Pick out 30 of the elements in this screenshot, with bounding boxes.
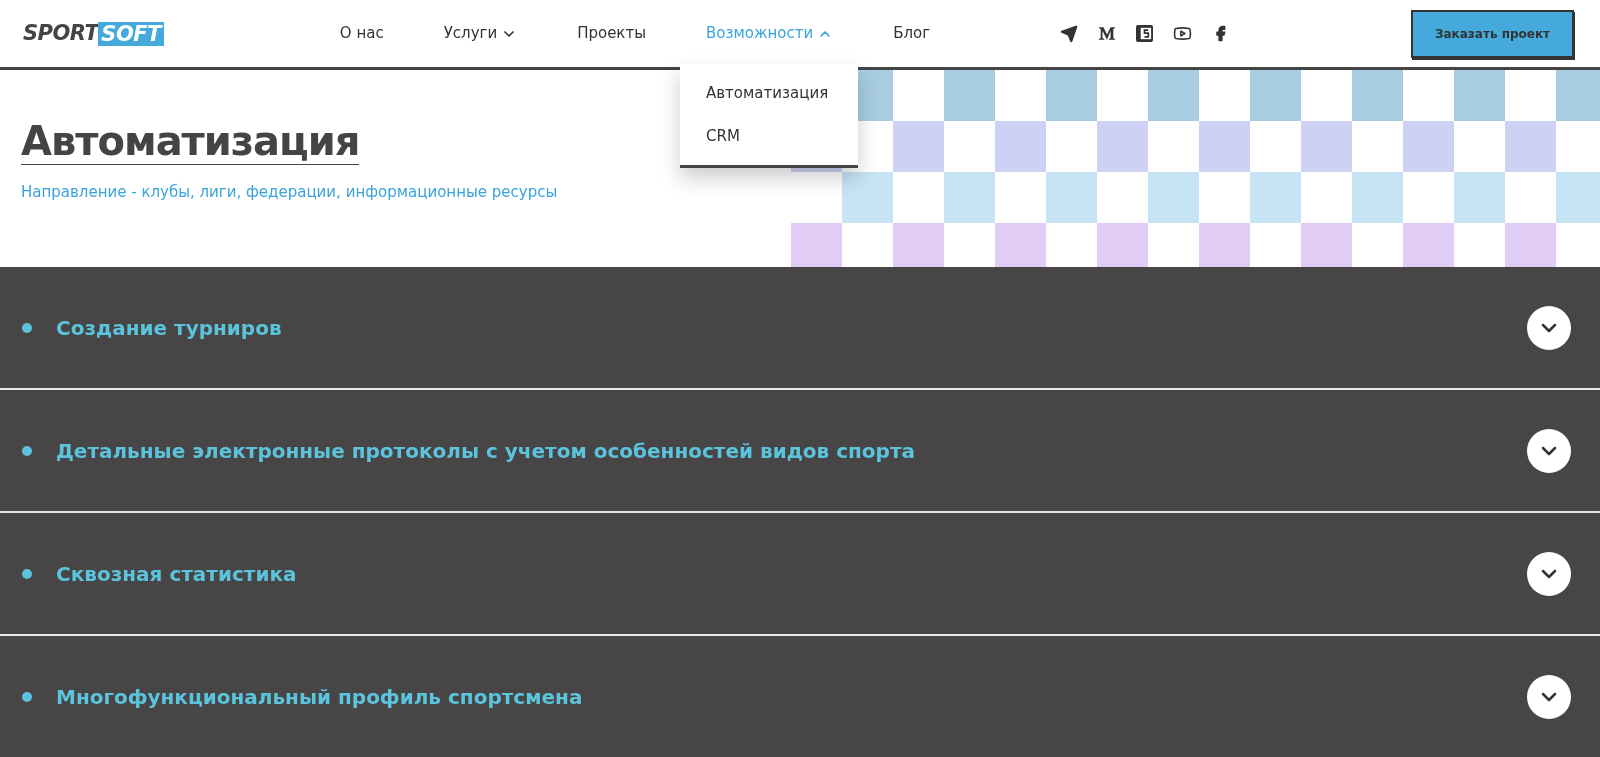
youtube-icon[interactable] (1173, 24, 1193, 43)
logo[interactable]: SPORTSOFT (23, 17, 164, 50)
m-logo-icon[interactable] (1098, 26, 1117, 41)
feature-title: Сквозная статистика (56, 560, 297, 588)
bullet-icon (22, 322, 32, 333)
feature-title: Создание турниров (56, 314, 282, 342)
expand-icon (1527, 428, 1571, 473)
nav-link[interactable]: Блог (893, 22, 931, 45)
expand-icon (1527, 305, 1571, 350)
accordion-item[interactable]: Создание турниров (0, 267, 1600, 390)
bullet-icon (22, 568, 32, 579)
accordion-item[interactable]: Сквозная статистика (0, 513, 1600, 636)
nav-link[interactable]: О нас (339, 22, 384, 45)
dropdown-item[interactable]: CRM (680, 114, 858, 158)
feature-title: Многофункциональный профиль спортсмена (56, 683, 583, 711)
accordion-item[interactable]: Детальные электронные протоколы с учетом особенностей видов спорта (0, 390, 1600, 513)
nav-link[interactable]: Услуги (443, 22, 518, 45)
s-badge-icon[interactable] (1136, 25, 1154, 42)
bullet-icon (22, 445, 32, 456)
order-project-button[interactable]: Заказать проект (1411, 9, 1574, 58)
page-title: Автоматизация (21, 118, 360, 165)
feature-title: Детальные электронные протоколы с учетом особенностей видов спорта (56, 437, 915, 465)
expand-icon (1527, 551, 1571, 596)
dropdown-item[interactable]: Автоматизация (680, 72, 858, 115)
paper-plane-icon[interactable] (1060, 24, 1079, 43)
nav-link[interactable]: Проекты (577, 22, 646, 45)
page-subtitle: Направление - клубы, лиги, федерации, информационные ресурсы (21, 182, 558, 203)
bullet-icon (22, 691, 32, 702)
expand-icon (1527, 674, 1571, 719)
accordion-item[interactable]: Многофункциональный профиль спортсмена (0, 636, 1600, 757)
